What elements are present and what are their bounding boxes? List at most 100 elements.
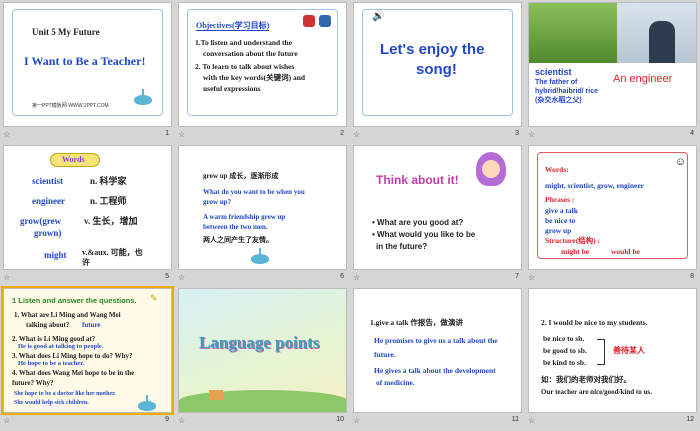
- caption-line: (杂交水稻之父): [535, 97, 582, 104]
- slide-5[interactable]: Words scientist n. 科学家 engineer n. 工程师 g…: [3, 145, 172, 270]
- question-line: future? Why?: [12, 379, 54, 387]
- star-icon: ☆: [528, 416, 536, 425]
- vocab-word: engineer: [32, 196, 65, 206]
- vocab-meaning: n. 工程师: [90, 196, 127, 206]
- face-icon: [482, 160, 500, 178]
- lesson-title: I Want to Be a Teacher!: [24, 54, 146, 68]
- slide-thumb-3[interactable]: 🔊 Let's enjoy the song! ☆ 3: [350, 0, 525, 143]
- grass-hill: [179, 390, 346, 412]
- structure-label: Structure(结构) :: [545, 236, 601, 245]
- slide-4[interactable]: scientist The father of hybrid/haibrid/ …: [528, 2, 697, 127]
- question-line: in the future?: [376, 242, 428, 251]
- answer-line: She hope to be a doctor like her mother.: [14, 391, 116, 397]
- phrases-label: Phrases :: [545, 195, 575, 204]
- bracket-shape: [597, 339, 605, 365]
- thumb-footer: ☆ 11: [350, 415, 525, 428]
- slide-8[interactable]: Words: might, scientist, grow, engineer …: [528, 145, 697, 270]
- slide-12[interactable]: 2. I would be nice to my students. be ni…: [528, 288, 697, 413]
- thumb-footer: ☆ 7: [350, 272, 525, 285]
- slide-number: 2: [340, 130, 344, 137]
- watermark-text: 第一PPT模板网-WWW.1PPT.COM: [32, 103, 109, 109]
- example-line: 2. I would be nice to my students.: [541, 318, 648, 327]
- language-points-title: Language points: [199, 333, 320, 352]
- star-icon: ☆: [353, 416, 361, 425]
- star-icon: ☆: [3, 130, 11, 139]
- slide-number: 8: [690, 273, 694, 280]
- phrase-item: grow up: [545, 226, 572, 235]
- slide-10[interactable]: Language points: [178, 288, 347, 413]
- slide-number: 3: [515, 130, 519, 137]
- thumb-footer: ☆ 6: [175, 272, 350, 285]
- slide-thumb-6[interactable]: grow up 成长，逐渐形成 What do you want to be w…: [175, 143, 350, 286]
- objective-line: conversation about the future: [203, 49, 298, 58]
- phrase-item: be nice to sb.: [543, 334, 585, 343]
- slide-11[interactable]: 1.give a talk 作报告，做演讲 He promises to giv…: [353, 288, 522, 413]
- star-icon: ☆: [353, 130, 361, 139]
- slide-thumb-10[interactable]: Language points ☆ 10: [175, 286, 350, 429]
- caption-line: The father of: [535, 79, 578, 86]
- example-line: What do you want to be when you: [203, 188, 305, 196]
- slide-thumb-7[interactable]: Think about it! • What are you good at? …: [350, 143, 525, 286]
- slide-thumb-8[interactable]: Words: might, scientist, grow, engineer …: [525, 143, 700, 286]
- slide-7[interactable]: Think about it! • What are you good at? …: [353, 145, 522, 270]
- slide-thumb-5[interactable]: Words scientist n. 科学家 engineer n. 工程师 g…: [0, 143, 175, 286]
- slide-thumb-2[interactable]: Objectives(学习目标) 1.To listen and underst…: [175, 0, 350, 143]
- slide-thumb-4[interactable]: scientist The father of hybrid/haibrid/ …: [525, 0, 700, 143]
- example-line: of medicine.: [376, 378, 415, 387]
- phrase-item: be good to sb.: [543, 346, 587, 355]
- vocab-word: scientist: [32, 176, 63, 186]
- slide-2[interactable]: Objectives(学习目标) 1.To listen and underst…: [178, 2, 347, 127]
- example-line: between the two men.: [203, 223, 268, 231]
- scientist-label: scientist: [535, 67, 572, 77]
- vocab-word: grow(grew: [20, 216, 62, 226]
- example-line: future.: [374, 350, 396, 359]
- thumb-footer: ☆ 4: [525, 129, 700, 142]
- slide-number: 4: [690, 130, 694, 137]
- words-label: Words:: [545, 165, 569, 174]
- question-line: • What are you good at?: [372, 218, 464, 227]
- slide-1[interactable]: Unit 5 My Future I Want to Be a Teacher!…: [3, 2, 172, 127]
- thumb-footer: ☆ 2: [175, 129, 350, 142]
- slide-number: 9: [165, 416, 169, 423]
- slide-number: 5: [165, 273, 169, 280]
- thumb-footer: ☆ 5: [0, 272, 175, 285]
- star-icon: ☆: [3, 416, 11, 425]
- vocab-word: might: [44, 250, 67, 260]
- slide-9[interactable]: 1 Listen and answer the questions. 1. Wh…: [1, 286, 174, 415]
- question-line: 1. What are Li Ming and Wang Mei: [14, 311, 121, 319]
- engineer-figure: [649, 21, 675, 63]
- slide-number: 10: [336, 416, 344, 423]
- slide-sorter-grid: Unit 5 My Future I Want to Be a Teacher!…: [0, 0, 700, 431]
- slide-6[interactable]: grow up 成长，逐渐形成 What do you want to be w…: [178, 145, 347, 270]
- unit-title: Unit 5 My Future: [32, 27, 100, 37]
- thumb-footer: ☆ 1: [0, 129, 175, 142]
- star-icon: ☆: [528, 130, 536, 139]
- example-line: grow up?: [203, 198, 232, 206]
- meaning-label: 善待某人: [613, 346, 645, 355]
- slide-3[interactable]: 🔊 Let's enjoy the song!: [353, 2, 522, 127]
- slide-thumb-1[interactable]: Unit 5 My Future I Want to Be a Teacher!…: [0, 0, 175, 143]
- words-list: might, scientist, grow, engineer: [545, 181, 645, 190]
- star-icon: ☆: [178, 416, 186, 425]
- slide-number: 12: [686, 416, 694, 423]
- slide-number: 6: [340, 273, 344, 280]
- slide-thumb-11[interactable]: 1.give a talk 作报告，做演讲 He promises to giv…: [350, 286, 525, 429]
- star-icon: ☆: [3, 273, 11, 282]
- objective-line: 1.To listen and understand the: [195, 38, 293, 47]
- structure-item: would be: [611, 247, 640, 256]
- star-icon: ☆: [528, 273, 536, 282]
- slide-thumb-9[interactable]: 1 Listen and answer the questions. 1. Wh…: [0, 286, 175, 429]
- slide-number: 1: [165, 130, 169, 137]
- phrase-heading: 1.give a talk 作报告，做演讲: [370, 318, 463, 327]
- example-line: A warm friendship grew up: [203, 213, 286, 221]
- thumb-footer: ☆ 9: [0, 415, 175, 428]
- question-line: 4. What does Wang Mei hope to be in the: [12, 369, 135, 377]
- answer-line: He hope to be a teacher.: [18, 360, 85, 367]
- engineer-label: An engineer: [613, 73, 673, 85]
- slide-thumb-12[interactable]: 2. I would be nice to my students. be ni…: [525, 286, 700, 429]
- cartoon-icon: ✎: [150, 293, 158, 303]
- star-icon: ☆: [178, 130, 186, 139]
- example-line: He gives a talk about the development: [374, 366, 496, 375]
- answer-line: He is good at talking to people.: [18, 343, 104, 350]
- thumb-footer: ☆ 12: [525, 415, 700, 428]
